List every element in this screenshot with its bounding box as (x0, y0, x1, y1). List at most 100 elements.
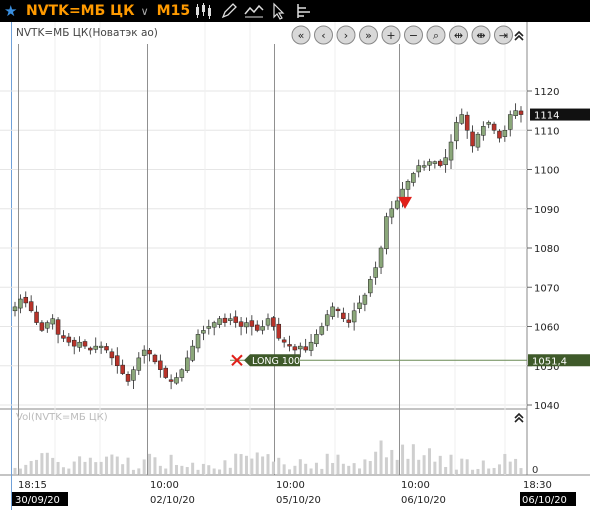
object-list-icon[interactable] (293, 2, 315, 20)
scroll-start-button[interactable]: « (291, 25, 311, 45)
volume-bar (239, 454, 243, 474)
candle-body (141, 349, 147, 356)
time-label-4: 10:00 (401, 480, 430, 491)
indicator-icon[interactable] (243, 2, 265, 20)
candle-body (82, 341, 88, 347)
candle-body (77, 341, 82, 348)
zoom-out-button[interactable]: − (404, 25, 423, 45)
volume-bar (336, 454, 340, 474)
time-label-3: 10:00 (276, 480, 305, 491)
date-label-3: 05/10/20 (276, 495, 321, 506)
volume-bar (352, 463, 356, 474)
time-label-1: 18:15 (18, 480, 47, 491)
candles-icon[interactable] (193, 2, 215, 20)
date-label-1: 30/09/20 (15, 495, 60, 506)
volume-bar (201, 463, 205, 474)
candle-body (136, 357, 142, 371)
last-price-value: 1114 (534, 111, 559, 122)
price-tick-label: 1040 (534, 401, 559, 412)
candle-body (50, 318, 55, 325)
compress-button[interactable]: ⇹ (449, 25, 468, 45)
candle-body (459, 114, 465, 124)
candle-body (34, 311, 39, 323)
zoom-in-button[interactable]: + (381, 25, 401, 45)
volume-bar (29, 461, 33, 474)
candle-body (244, 322, 249, 328)
star-icon[interactable]: ★ (4, 2, 22, 20)
zoom-out-glyph: − (409, 29, 418, 42)
candle-body (222, 317, 228, 323)
volume-bar (218, 469, 222, 474)
candle-body (481, 126, 486, 136)
volume-bar (454, 469, 458, 474)
zoom-fit-button[interactable]: ⌕ (426, 25, 446, 45)
volume-bar (471, 469, 475, 474)
candle-body (298, 345, 303, 350)
volume-bar (293, 465, 297, 474)
price-tick-label: 1080 (534, 244, 559, 255)
candle-body (217, 318, 222, 325)
scroll-left-button[interactable]: ‹ (314, 25, 333, 45)
volume-bar (288, 469, 292, 474)
reset-glyph: ⇥ (499, 29, 508, 42)
volume-bar (255, 452, 259, 474)
candle-body (260, 326, 265, 331)
volume-bar (401, 444, 405, 474)
volume-bar (325, 453, 329, 474)
volume-bar (503, 453, 507, 474)
volume-bar (131, 469, 135, 474)
volume-bar (384, 457, 388, 474)
candle-body (357, 302, 362, 309)
candle-body (378, 247, 384, 268)
candle-body (238, 321, 244, 327)
volume-bar (406, 458, 410, 474)
volume-bar (99, 461, 103, 474)
symbol-label[interactable]: NVTK=МБ ЦК (26, 3, 135, 19)
candle-body (39, 322, 45, 331)
volume-bar (433, 461, 437, 474)
volume-bar (35, 459, 39, 474)
candle-body (351, 310, 357, 323)
volume-bar (309, 468, 313, 474)
price-tick-label: 1060 (534, 323, 559, 334)
date-label-4: 06/10/20 (401, 495, 446, 506)
candle-body (281, 339, 287, 343)
timeframe-label[interactable]: M15 (157, 3, 190, 19)
volume-bar (417, 459, 421, 474)
last-price-tag: 1114 (530, 108, 590, 122)
chevron-down-icon[interactable]: ∨ (141, 5, 149, 18)
reset-button[interactable]: ⇥ (494, 25, 513, 45)
scroll-right-button[interactable]: › (336, 25, 356, 45)
volume-bar (250, 458, 254, 474)
volume-bar (137, 468, 141, 474)
volume-bar (196, 469, 200, 474)
scroll-right-glyph: › (344, 29, 348, 42)
candle-body (265, 318, 271, 326)
candle-body (308, 341, 314, 351)
volume-bar (277, 457, 281, 474)
candle-body (152, 354, 158, 363)
price-tick-label: 1120 (534, 87, 559, 98)
cursor-icon[interactable] (268, 2, 290, 20)
price-panel-title: NVTK=МБ ЦК(Новатэк ао) (16, 27, 158, 39)
volume-bar (212, 468, 216, 474)
candle-body (314, 334, 319, 345)
candle-body (362, 294, 368, 305)
candle-body (335, 308, 341, 312)
candle-body (341, 312, 346, 319)
candle-body (319, 326, 325, 335)
scroll-end-button[interactable]: » (359, 25, 378, 45)
volume-bar (83, 461, 87, 474)
volume-bar (110, 454, 114, 474)
candle-body (190, 345, 195, 361)
candle-body (287, 344, 292, 347)
candle-body (438, 160, 443, 166)
pencil-icon[interactable] (218, 2, 240, 20)
expand-button[interactable]: ⇼ (471, 25, 491, 45)
candle-body (206, 326, 212, 329)
price-chart[interactable]: NVTK=МБ ЦК(Новатэк ао) « ‹ › » + − ⌕ ⇹ ⇼ ⇥ LONG 1… (0, 22, 590, 510)
candle-body (201, 330, 206, 334)
candle-body (427, 161, 432, 166)
candle-body (93, 345, 98, 350)
order-tag[interactable]: LONG 100 (244, 354, 300, 367)
